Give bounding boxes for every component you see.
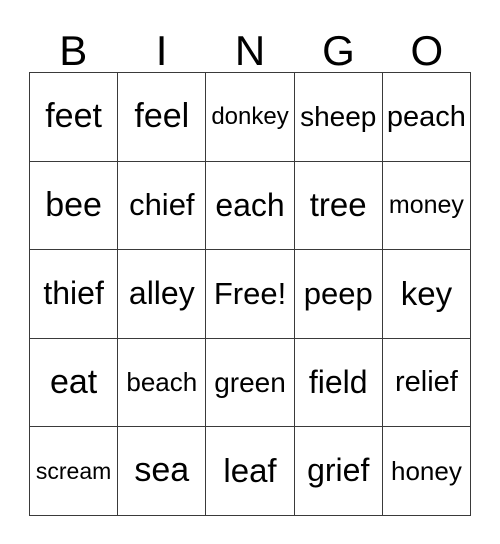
bingo-cell-label: green	[214, 366, 286, 398]
bingo-cell-label: feet	[45, 96, 102, 135]
bingo-cell-label: grief	[307, 452, 370, 489]
bingo-cell[interactable]: bee	[30, 161, 119, 251]
bingo-cell[interactable]: chief	[118, 161, 207, 251]
bingo-cell-label: beach	[126, 366, 198, 397]
bingo-cell-label: donkey	[211, 103, 289, 131]
bingo-cell[interactable]: sea	[118, 427, 207, 516]
bingo-header-letter-n: N	[234, 27, 266, 74]
bingo-row: thief alley Free! peep key	[30, 250, 472, 339]
bingo-cell[interactable]: tree	[294, 161, 383, 251]
bingo-row: eat beach green field relief	[30, 338, 472, 428]
bingo-cell[interactable]: green	[206, 338, 295, 428]
bingo-cell-free-space[interactable]: Free!	[206, 250, 295, 339]
bingo-grid: feet feel donkey sheep peach bee chief e…	[29, 72, 472, 516]
bingo-cell[interactable]: peep	[294, 250, 383, 339]
bingo-cell-label: relief	[394, 366, 458, 399]
bingo-cell[interactable]: leaf	[206, 427, 295, 516]
bingo-cell-label: sea	[134, 451, 190, 490]
bingo-cell[interactable]: field	[294, 338, 383, 428]
bingo-cell[interactable]: donkey	[206, 73, 295, 162]
bingo-cell[interactable]: alley	[118, 250, 207, 339]
bingo-cell[interactable]: scream	[30, 427, 119, 516]
bingo-cell-label: scream	[35, 458, 112, 485]
bingo-cell-label: chief	[129, 187, 195, 223]
bingo-cell-label: tree	[309, 186, 367, 224]
bingo-cell-label: thief	[43, 275, 104, 312]
bingo-row: feet feel donkey sheep peach	[30, 73, 472, 162]
bingo-cell[interactable]: grief	[294, 427, 383, 516]
bingo-cell[interactable]: key	[382, 250, 472, 339]
bingo-header-cell-i: I	[117, 14, 205, 72]
bingo-header-letter-o: O	[410, 27, 444, 74]
bingo-cell[interactable]: feel	[118, 73, 207, 162]
bingo-header-cell-n: N	[206, 14, 294, 72]
bingo-cell[interactable]: feet	[30, 73, 119, 162]
bingo-cell-label: key	[400, 274, 453, 312]
bingo-row: bee chief each tree money	[30, 161, 472, 251]
bingo-header-cell-g: G	[294, 14, 382, 72]
bingo-card: B I N G O feet feel donkey sheep peach b…	[29, 14, 472, 516]
bingo-cell[interactable]: sheep	[294, 73, 383, 162]
bingo-row: scream sea leaf grief honey	[30, 427, 472, 516]
bingo-cell-label: money	[388, 191, 464, 220]
bingo-cell[interactable]: eat	[30, 338, 119, 428]
bingo-cell-label: feel	[134, 96, 190, 135]
bingo-cell[interactable]: peach	[382, 73, 472, 162]
bingo-cell-label: honey	[390, 455, 462, 486]
bingo-cell-label: bee	[45, 185, 102, 224]
bingo-cell-label: leaf	[223, 451, 277, 489]
bingo-cell[interactable]: relief	[382, 338, 472, 428]
bingo-header-cell-b: B	[29, 14, 117, 72]
bingo-cell-label: peep	[303, 275, 373, 311]
bingo-cell-label: each	[215, 186, 285, 223]
bingo-cell[interactable]: honey	[382, 427, 472, 516]
bingo-free-space-label: Free!	[213, 275, 287, 311]
bingo-cell-label: eat	[49, 362, 98, 401]
bingo-cell-label: sheep	[300, 101, 377, 133]
bingo-cell-label: field	[308, 363, 368, 400]
bingo-cell[interactable]: each	[206, 161, 295, 251]
bingo-header-cell-o: O	[383, 14, 471, 72]
bingo-cell[interactable]: money	[382, 161, 472, 251]
bingo-header-letter-i: I	[155, 27, 168, 74]
bingo-header-letter-g: G	[322, 27, 355, 74]
bingo-cell[interactable]: beach	[118, 338, 207, 428]
bingo-cell-label: peach	[386, 100, 466, 133]
bingo-header-row: B I N G O	[29, 14, 471, 72]
bingo-header-letter-b: B	[59, 27, 88, 74]
bingo-cell[interactable]: thief	[30, 250, 119, 339]
bingo-cell-label: alley	[128, 275, 195, 312]
